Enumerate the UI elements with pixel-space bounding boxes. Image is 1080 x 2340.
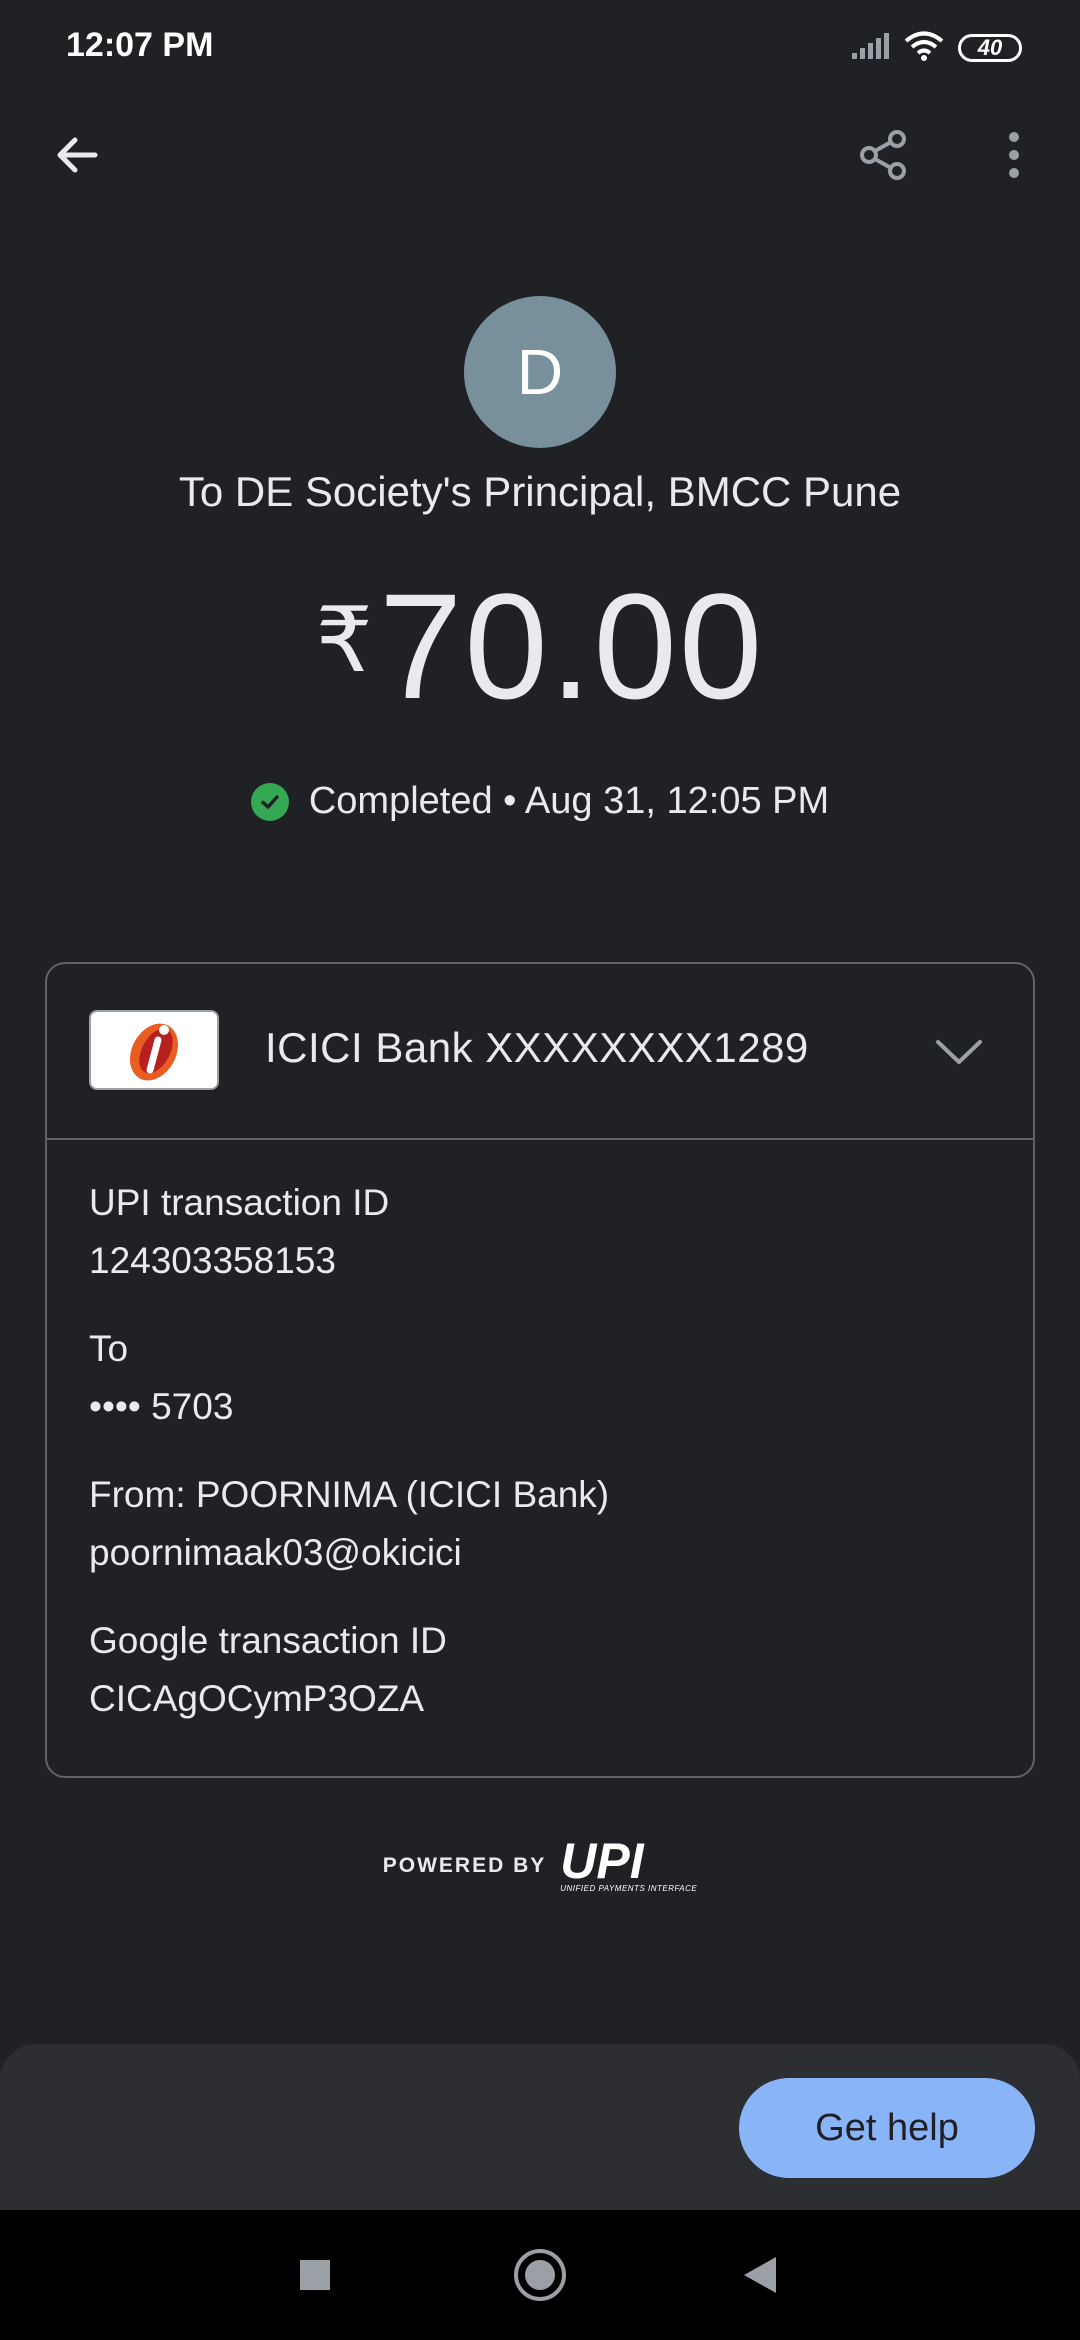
get-help-button[interactable]: Get help xyxy=(739,2078,1035,2178)
status-icons: 40 xyxy=(850,28,1022,68)
detail-value[interactable]: CICAgOCymP3OZA xyxy=(89,1670,609,1728)
arrow-back-icon xyxy=(57,137,98,173)
recipient-name: To DE Society's Principal, BMCC Pune xyxy=(178,468,902,515)
transaction-details: UPI transaction ID 124303358153 To •••• … xyxy=(89,1174,609,1758)
detail-label: From: POORNIMA (ICICI Bank) xyxy=(89,1474,610,1515)
powered-by-upi: POWERED BY UPI UNIFIED PAYMENTS INTERFAC… xyxy=(0,1833,1080,1893)
more-options-button[interactable] xyxy=(969,110,1059,200)
payment-status: Completed • Aug 31, 12:05 PM xyxy=(0,780,1080,823)
transaction-details-card: ICICI Bank XXXXXXXX1289 UPI transaction … xyxy=(45,962,1035,1778)
powered-by-text: POWERED BY xyxy=(382,1853,547,1877)
upi-logo: UPI UNIFIED PAYMENTS INTERFACE xyxy=(560,1833,698,1893)
detail-label: UPI transaction ID xyxy=(89,1182,390,1223)
detail-from: From: POORNIMA (ICICI Bank) poornimaak03… xyxy=(89,1466,609,1582)
detail-google-transaction-id: Google transaction ID CICAgOCymP3OZA xyxy=(89,1612,609,1728)
detail-value: •••• 5703 xyxy=(89,1386,234,1427)
more-vert-icon xyxy=(1009,132,1019,178)
wifi-icon xyxy=(904,30,944,67)
status-text: Completed • Aug 31, 12:05 PM xyxy=(308,780,830,822)
home-button[interactable] xyxy=(510,2245,570,2305)
recents-button[interactable] xyxy=(285,2245,345,2305)
amount-value: 70.00 xyxy=(378,562,765,730)
bank-account-name: ICICI Bank XXXXXXXX1289 xyxy=(265,1024,809,1071)
detail-label: To xyxy=(89,1328,129,1369)
currency-symbol: ₹ xyxy=(315,591,373,691)
share-icon xyxy=(860,130,906,180)
detail-upi-transaction-id: UPI transaction ID 124303358153 xyxy=(89,1174,609,1290)
triangle-back-icon xyxy=(744,2257,776,2293)
upi-logo-word: UPI xyxy=(560,1833,644,1889)
battery-icon: 40 xyxy=(958,34,1022,62)
detail-value[interactable]: 124303358153 xyxy=(89,1232,609,1290)
detail-label: Google transaction ID xyxy=(89,1620,447,1661)
avatar: D xyxy=(464,296,616,448)
circle-home-icon xyxy=(514,2249,566,2301)
status-bar: 12:07 PM 40 xyxy=(0,0,1080,96)
payment-amount: ₹70.00 xyxy=(0,560,1080,733)
bottom-action-bar: Get help xyxy=(0,2044,1080,2210)
detail-to: To •••• 5703 xyxy=(89,1320,609,1436)
back-nav-button[interactable] xyxy=(730,2245,790,2305)
back-button[interactable] xyxy=(32,110,122,200)
expand-button[interactable] xyxy=(927,1020,991,1084)
chevron-down-icon xyxy=(936,1040,982,1064)
signal-icon xyxy=(850,31,890,66)
icici-bank-logo xyxy=(89,1010,219,1090)
check-circle-icon xyxy=(250,782,289,821)
app-bar xyxy=(0,110,1080,200)
square-icon xyxy=(300,2260,330,2290)
bank-account-row[interactable]: ICICI Bank XXXXXXXX1289 xyxy=(47,964,1033,1140)
detail-value: poornimaak03@okicici xyxy=(89,1532,462,1573)
status-time: 12:07 PM xyxy=(66,26,214,64)
upi-logo-tagline: UNIFIED PAYMENTS INTERFACE xyxy=(560,1884,698,1893)
system-navigation-bar xyxy=(0,2210,1080,2340)
share-button[interactable] xyxy=(838,110,928,200)
